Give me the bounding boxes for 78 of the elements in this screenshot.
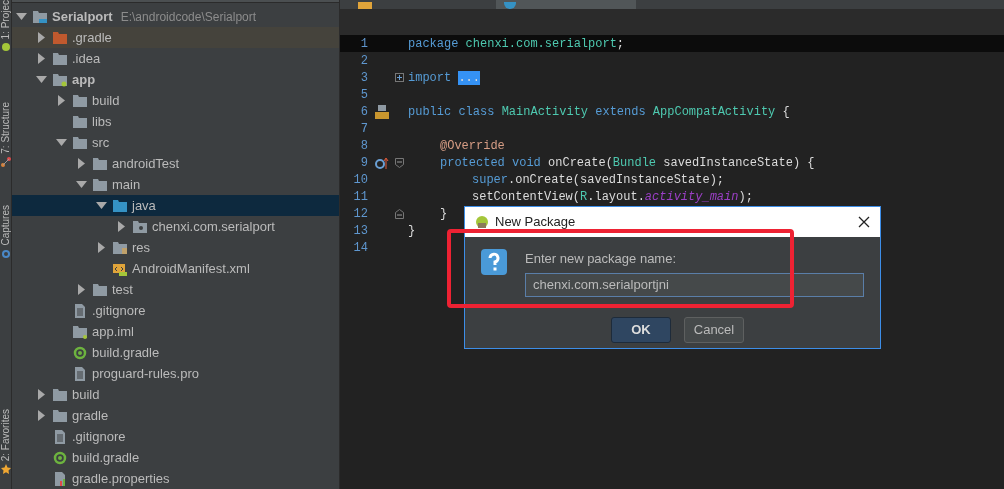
tree-row[interactable]: main <box>12 174 339 195</box>
code-line: package chenxi.com.serialport; <box>408 35 625 53</box>
line-number: 6 <box>359 103 369 121</box>
tree-item-label: .idea <box>72 49 101 68</box>
line-number: 2 <box>359 52 369 70</box>
line-number: 9 <box>359 154 369 172</box>
tree-item-label: test <box>112 280 133 299</box>
tree-row[interactable]: app <box>12 69 339 90</box>
tree-item-label: gradle <box>72 406 109 425</box>
line-number: 13 <box>352 222 369 240</box>
dialog-prompt: Enter new package name: <box>525 250 678 268</box>
tree-row[interactable]: androidTest <box>12 153 339 174</box>
package-name-field[interactable]: chenxi.com.serialportjni <box>525 272 864 297</box>
line-number: 10 <box>352 171 369 189</box>
tree-row[interactable]: build.gradle <box>12 447 339 468</box>
tree-item-label: build.gradle <box>92 343 160 362</box>
line-number: 3 <box>359 69 369 87</box>
tree-item-label: AndroidManifest.xml <box>132 259 250 278</box>
tree-item-label: proguard-rules.pro <box>92 364 199 383</box>
tool-window-tab[interactable]: 1: Projec <box>0 0 11 40</box>
tree-item-label: build <box>92 91 120 110</box>
tree-row[interactable]: .idea <box>12 48 339 69</box>
tree-item-label: build <box>72 385 100 404</box>
tree-item-label: libs <box>92 112 112 131</box>
tree-row[interactable]: .gitignore <box>12 300 339 321</box>
tree-item-label: app.iml <box>92 322 134 341</box>
line-number: 5 <box>359 86 369 104</box>
tree-item-label: gradle.properties <box>72 469 170 488</box>
tree-item-label: src <box>92 133 110 152</box>
tree-item-label: res <box>132 238 151 257</box>
tree-row[interactable]: gradle <box>12 405 339 426</box>
tree-row[interactable]: .gradle <box>12 27 339 48</box>
code-line: setContentView(R.layout.activity_main); <box>472 188 753 206</box>
tool-window-tab[interactable]: Captures <box>0 205 11 246</box>
tool-window-tab[interactable]: 2: Favorites <box>0 408 11 461</box>
line-number: 14 <box>352 239 369 257</box>
tree-row[interactable]: libs <box>12 111 339 132</box>
line-number: 1 <box>359 35 369 53</box>
line-number: 7 <box>359 120 369 138</box>
line-number: 12 <box>352 205 369 223</box>
tree-row[interactable]: gradle.properties <box>12 468 339 489</box>
tree-row[interactable]: app.iml <box>12 321 339 342</box>
tree-item-label: androidTest <box>112 154 180 173</box>
tree-item-label: .gradle <box>72 28 112 47</box>
tree-row[interactable]: test <box>12 279 339 300</box>
tree-row[interactable]: build <box>12 90 339 111</box>
tree-row[interactable]: .gitignore <box>12 426 339 447</box>
line-number: 11 <box>352 188 369 206</box>
dialog-title: New Package <box>495 213 577 232</box>
tree-row[interactable]: AndroidManifest.xml <box>12 258 339 279</box>
dialog-button[interactable]: Cancel <box>684 316 744 343</box>
code-line: } <box>408 222 416 240</box>
tree-row[interactable]: chenxi.com.serialport <box>12 216 339 237</box>
code-line: } <box>440 205 448 223</box>
tree-item-label: build.gradle <box>72 448 140 467</box>
tree-item-label: chenxi.com.serialport <box>152 217 275 236</box>
tree-item-label: .gitignore <box>72 427 126 446</box>
tree-row[interactable]: java <box>12 195 339 216</box>
code-line: import ... <box>408 69 481 87</box>
dialog-button[interactable]: OK <box>611 316 671 343</box>
tree-item-label: Serialport <box>52 7 113 26</box>
code-line: super.onCreate(savedInstanceState); <box>472 171 725 189</box>
tree-item-label: java <box>132 196 156 215</box>
project-path: E:\androidcode\Serialport <box>120 8 257 26</box>
tree-row[interactable]: build <box>12 384 339 405</box>
tree-row[interactable]: Serialport E:\androidcode\Serialport <box>12 6 339 27</box>
tree-item-label: app <box>72 70 96 89</box>
tree-row[interactable]: src <box>12 132 339 153</box>
tree-item-label: .gitignore <box>92 301 146 320</box>
tree-row[interactable]: res <box>12 237 339 258</box>
tree-row[interactable]: build.gradle <box>12 342 339 363</box>
line-number: 8 <box>359 137 369 155</box>
code-line: public class MainActivity extends AppCompatActivity { <box>408 103 790 121</box>
code-line: @Override <box>440 137 505 155</box>
tree-item-label: main <box>112 175 141 194</box>
tree-row[interactable]: proguard-rules.pro <box>12 363 339 384</box>
code-line: protected void onCreate(Bundle savedInstanceState) { <box>440 154 815 172</box>
tool-window-tab[interactable]: 7: Structure <box>0 102 11 155</box>
